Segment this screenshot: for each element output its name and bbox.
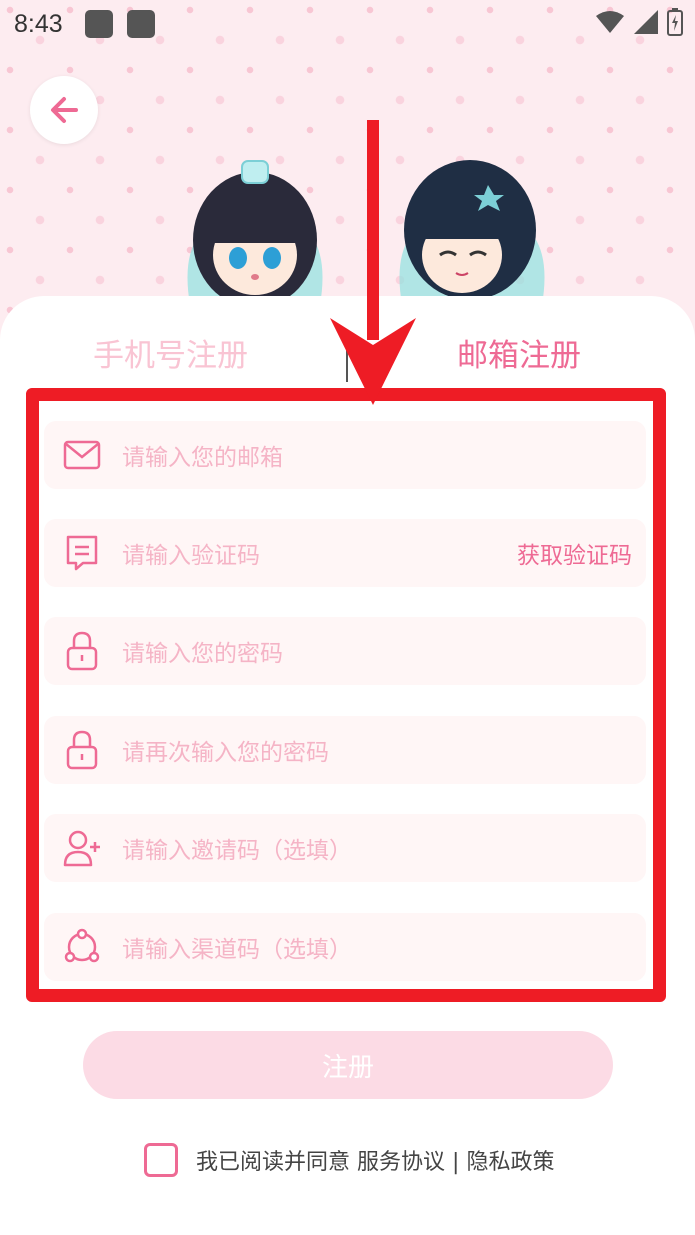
annotation-arrow-icon (330, 120, 416, 405)
register-button[interactable]: 注册 (83, 1031, 613, 1099)
back-button[interactable] (30, 76, 98, 144)
agreement-text: 我已阅读并同意 服务协议 | 隐私政策 (196, 1144, 554, 1176)
tab-phone-register[interactable]: 手机号注册 (93, 330, 248, 375)
battery-icon (667, 8, 683, 36)
status-bar: 8:43 (0, 0, 695, 48)
agreement-row: 我已阅读并同意 服务协议 | 隐私政策 (144, 1143, 554, 1177)
arrow-left-icon (51, 97, 78, 123)
agreement-prefix: 我已阅读并同意 (196, 1150, 351, 1175)
agreement-checkbox[interactable] (144, 1143, 178, 1177)
service-agreement-link[interactable]: 服务协议 (357, 1150, 445, 1175)
tab-email-register[interactable]: 邮箱注册 (457, 330, 581, 375)
annotation-highlight-box (26, 388, 666, 1002)
notification-icon (84, 10, 113, 38)
mascot-character-left (187, 160, 323, 305)
signal-icon (634, 10, 658, 34)
agreement-separator: | (452, 1150, 460, 1175)
status-time: 8:43 (14, 9, 63, 38)
notification-icon (126, 10, 155, 38)
wifi-icon (596, 11, 624, 33)
privacy-policy-link[interactable]: 隐私政策 (466, 1150, 554, 1175)
status-icons (595, 8, 683, 36)
mascot-character-right (399, 160, 545, 305)
